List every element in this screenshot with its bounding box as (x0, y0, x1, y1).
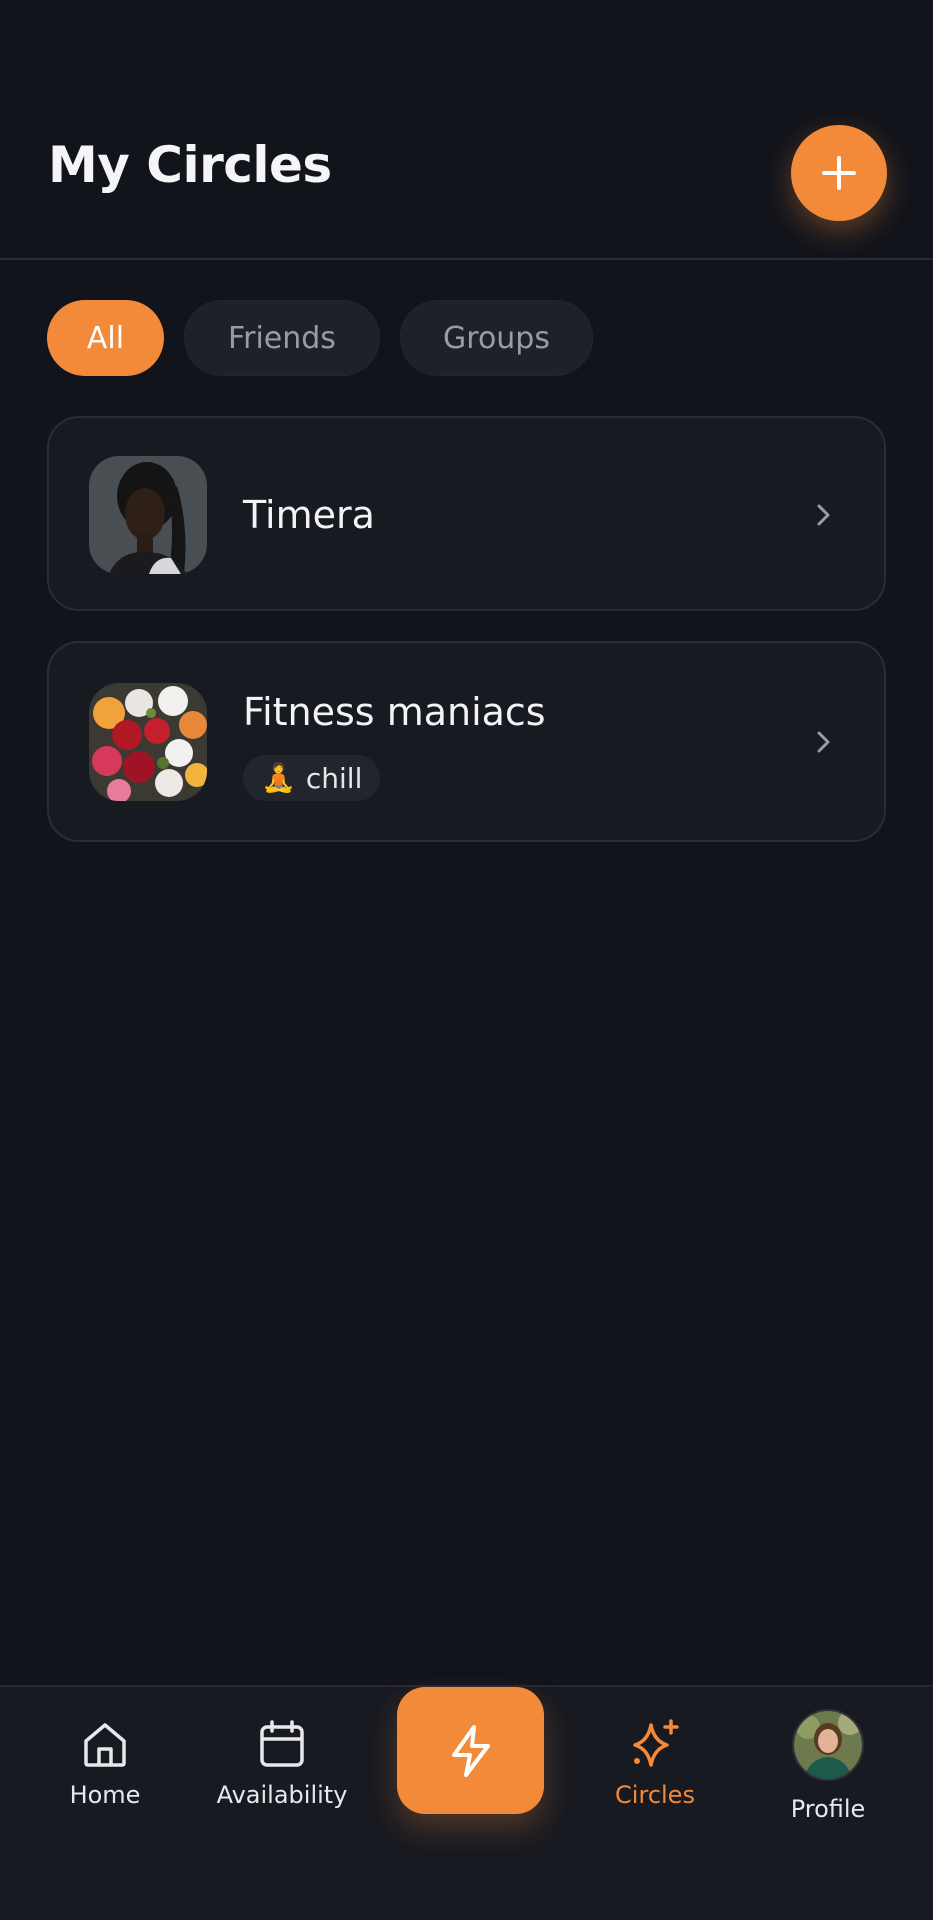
header: My Circles (0, 0, 933, 260)
bottom-navigation: Home Availability Circles Profile (0, 1685, 933, 1920)
circle-card-fitness-maniacs[interactable]: Fitness maniacs 🧘 chill (47, 641, 886, 842)
app-screen: My Circles All Friends Groups Timera Fit… (0, 0, 933, 1920)
filter-all[interactable]: All (47, 300, 164, 376)
chevron-right-icon (817, 731, 830, 753)
nav-label: Availability (216, 1781, 348, 1809)
calendar-icon (260, 1720, 304, 1767)
filter-tabs: All Friends Groups (47, 300, 593, 376)
mood-badge: 🧘 chill (243, 755, 381, 801)
quick-action-button[interactable] (397, 1687, 544, 1814)
filter-groups[interactable]: Groups (400, 300, 593, 376)
nav-label: Profile (790, 1795, 866, 1823)
nav-label: Circles (615, 1781, 695, 1809)
meditation-icon: 🧘 (261, 761, 296, 794)
circle-name: Fitness maniacs (243, 690, 546, 734)
filter-friends[interactable]: Friends (184, 300, 380, 376)
circle-card-timera[interactable]: Timera (47, 416, 886, 611)
add-circle-button[interactable] (791, 125, 887, 221)
mood-label: chill (305, 761, 363, 795)
profile-avatar (792, 1709, 864, 1781)
circle-avatar (89, 683, 207, 801)
nav-circles[interactable]: Circles (600, 1717, 710, 1809)
home-icon (84, 1723, 126, 1767)
circle-avatar (89, 456, 207, 574)
chevron-right-icon (817, 504, 830, 526)
page-title: My Circles (48, 136, 332, 194)
nav-profile[interactable]: Profile (778, 1709, 878, 1823)
sparkles-icon (633, 1719, 679, 1767)
nav-home[interactable]: Home (60, 1717, 150, 1809)
circle-name: Timera (243, 493, 375, 537)
nav-availability[interactable]: Availability (212, 1717, 352, 1809)
nav-label: Home (69, 1781, 141, 1809)
lightning-icon (451, 1724, 490, 1777)
plus-icon (822, 156, 856, 190)
